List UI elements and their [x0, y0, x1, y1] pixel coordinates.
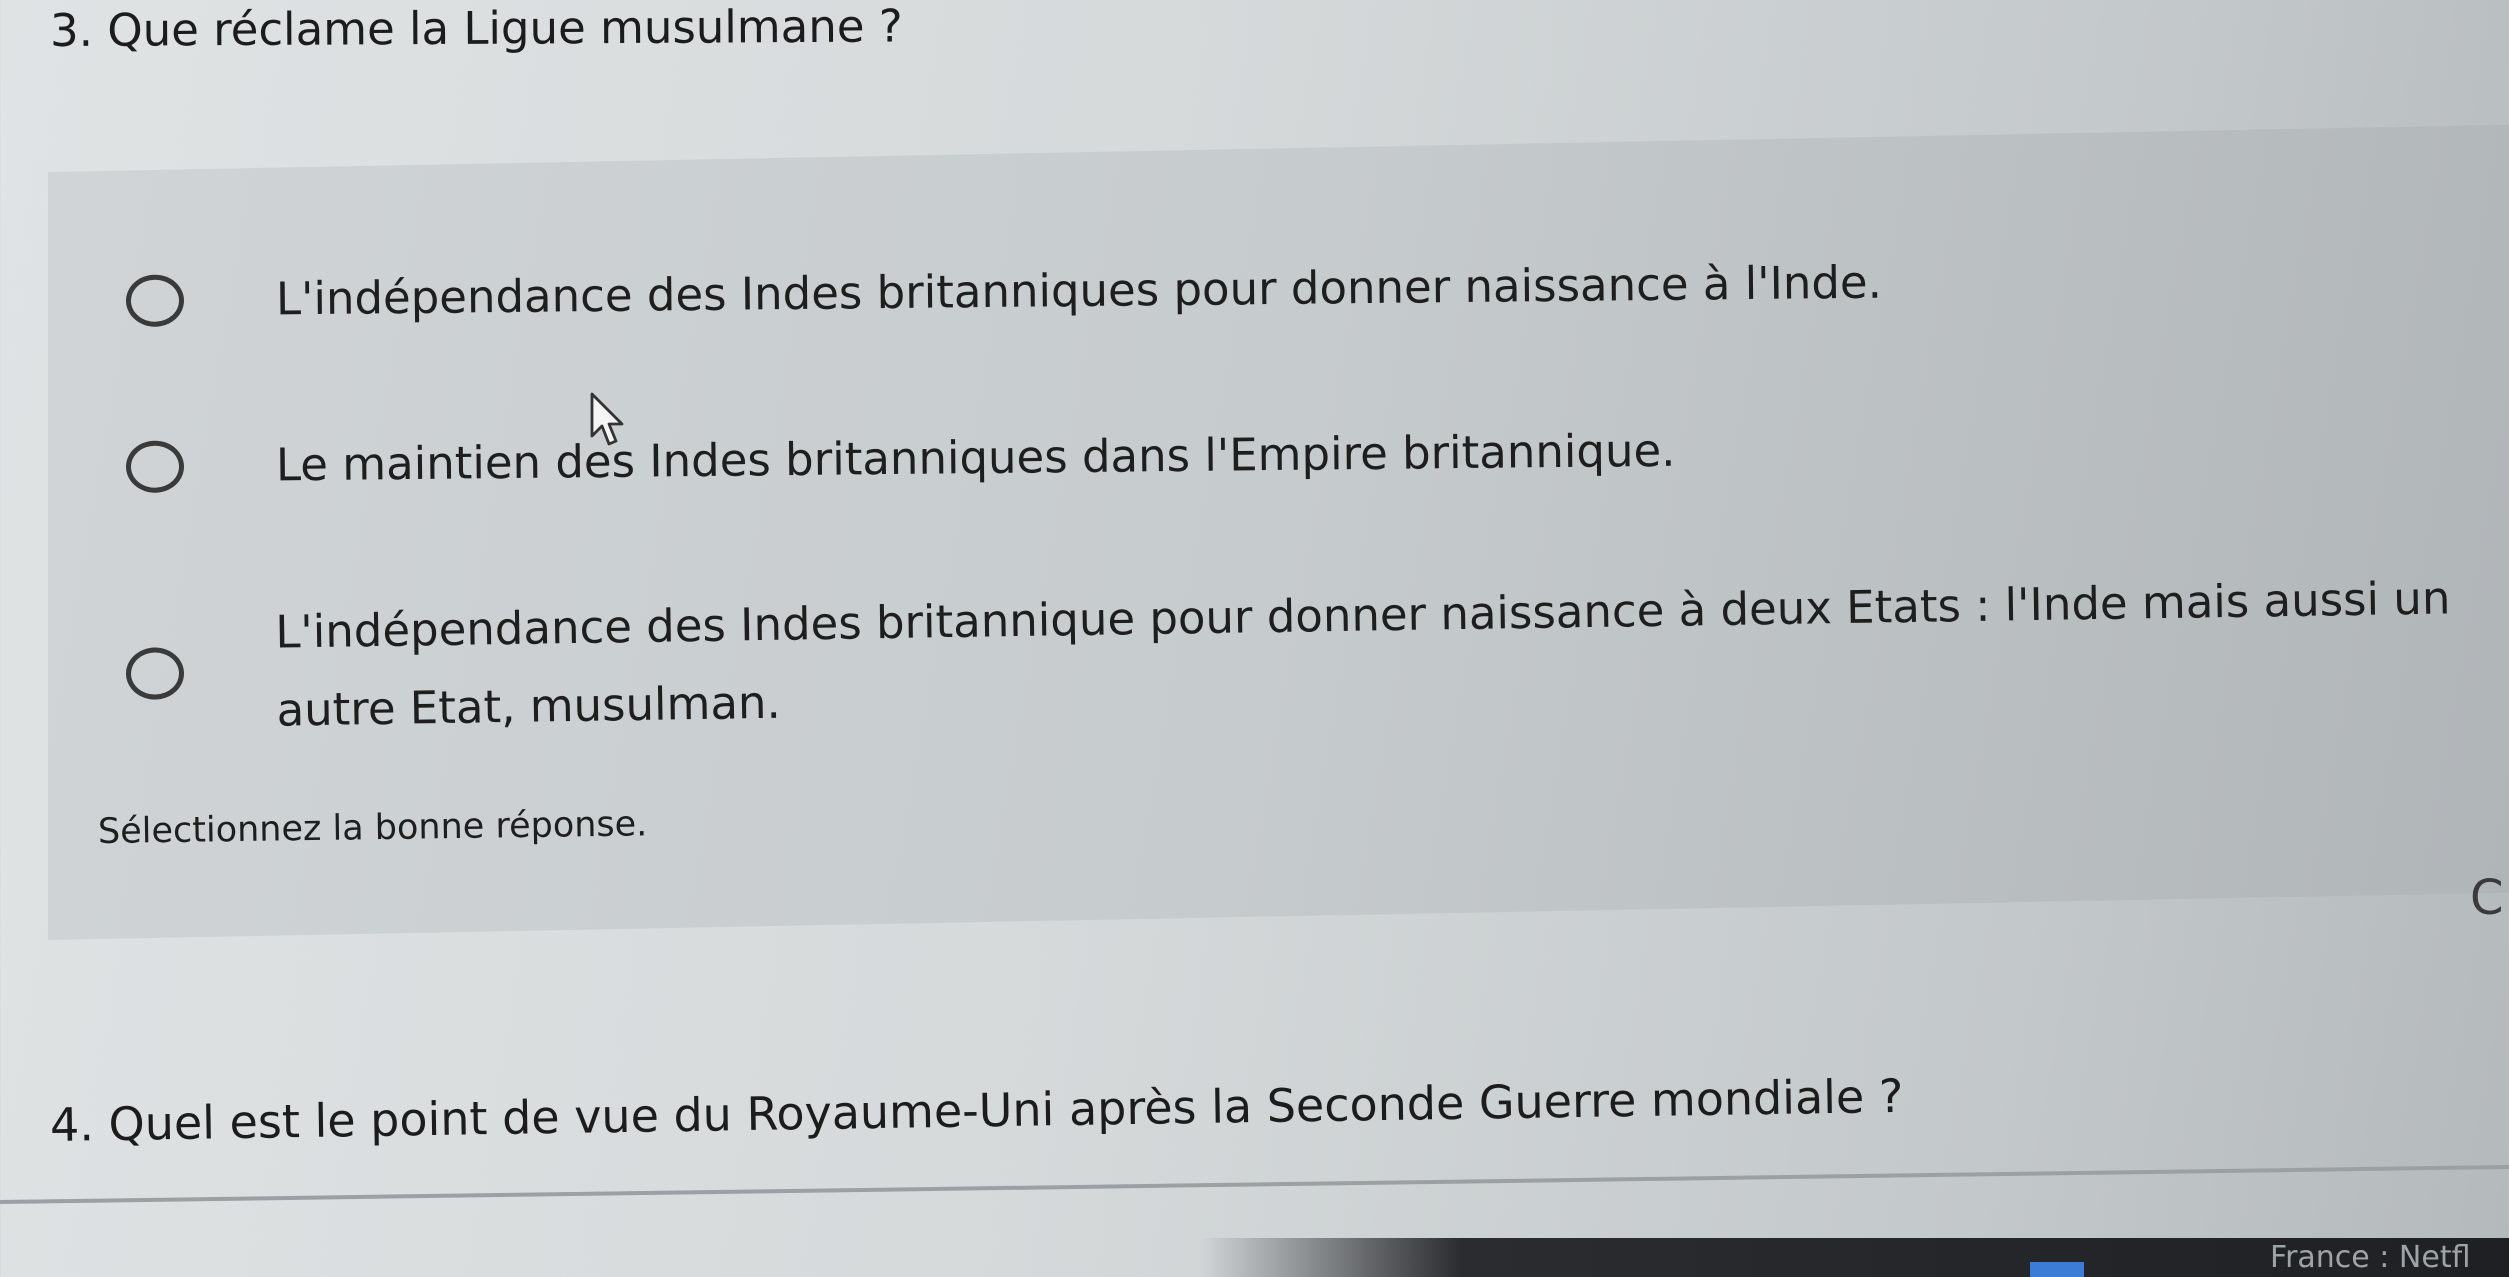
answer-option-2[interactable]: Le maintien des Indes britanniques dans … — [125, 403, 2497, 506]
divider — [0, 1164, 2509, 1204]
question-4-title: 4. Quel est le point de vue du Royaume-U… — [49, 1068, 1904, 1152]
instruction-hint: Sélectionnez la bonne réponse. — [97, 804, 648, 852]
cut-off-button-label[interactable]: C — [2470, 870, 2504, 926]
answer-option-label[interactable]: Le maintien des Indes britanniques dans … — [276, 412, 1676, 505]
mouse-pointer-icon — [590, 392, 624, 446]
radio-unchecked-icon[interactable] — [125, 647, 185, 700]
radio-unchecked-icon[interactable] — [125, 440, 185, 493]
answer-option-3[interactable]: L'indépendance des Indes britannique pou… — [125, 559, 2487, 752]
answer-options: L'indépendance des Indes britanniques po… — [0, 0, 2509, 1000]
answer-option-label[interactable]: L'indépendance des Indes britanniques po… — [276, 244, 1883, 339]
answer-option-1[interactable]: L'indépendance des Indes britanniques po… — [125, 237, 2497, 340]
taskbar-notification-text[interactable]: France : Netfl — [2270, 1240, 2471, 1275]
taskbar-app-icon[interactable] — [2030, 1262, 2084, 1277]
radio-unchecked-icon[interactable] — [125, 274, 185, 327]
answer-option-label[interactable]: L'indépendance des Indes britannique pou… — [275, 559, 2477, 750]
